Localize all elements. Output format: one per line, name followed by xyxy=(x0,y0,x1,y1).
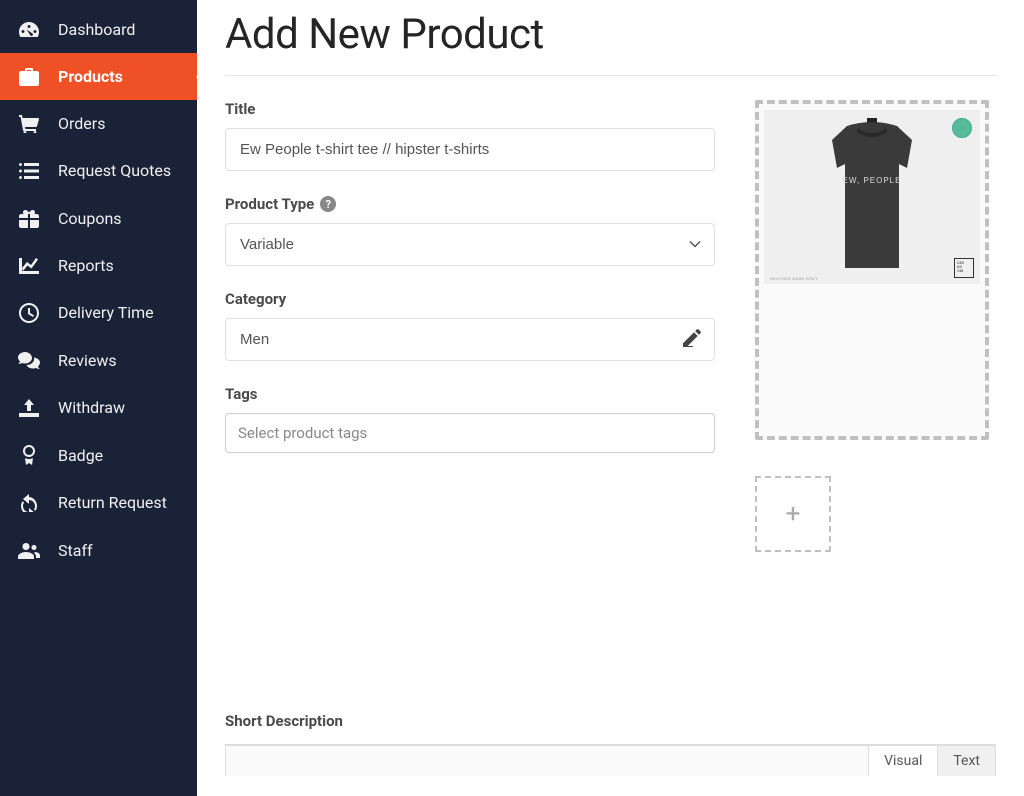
category-label: Category xyxy=(225,290,715,308)
tags-label: Tags xyxy=(225,385,715,403)
sidebar-item-label: Reports xyxy=(58,256,114,275)
plus-icon: + xyxy=(786,499,801,529)
title-input[interactable] xyxy=(225,128,715,171)
badge-icon xyxy=(18,445,40,465)
editor-tabs: Visual Text xyxy=(225,745,996,776)
sidebar-item-return-request[interactable]: Return Request xyxy=(0,479,197,527)
upload-icon xyxy=(18,399,40,417)
main-content: Add New Product Title Product Type ? xyxy=(197,0,1024,796)
list-icon xyxy=(18,163,40,179)
users-icon xyxy=(18,543,40,559)
sidebar-item-label: Orders xyxy=(58,114,105,133)
gift-icon xyxy=(18,210,40,228)
tags-input[interactable]: Select product tags xyxy=(225,413,715,453)
category-input[interactable] xyxy=(225,318,715,361)
sidebar: Dashboard Products Orders Request Quotes… xyxy=(0,0,197,796)
short-description-label: Short Description xyxy=(225,712,996,730)
title-label: Title xyxy=(225,100,715,118)
product-image-upload[interactable]: EW, PEOPLE HEATHER DARK GREY GEEKDOM xyxy=(755,100,989,440)
product-image-preview: EW, PEOPLE HEATHER DARK GREY GEEKDOM xyxy=(764,110,980,284)
sidebar-item-label: Dashboard xyxy=(58,20,135,39)
sidebar-item-withdraw[interactable]: Withdraw xyxy=(0,384,197,431)
product-type-label: Product Type ? xyxy=(225,195,715,213)
sidebar-item-delivery-time[interactable]: Delivery Time xyxy=(0,289,197,337)
sidebar-item-label: Coupons xyxy=(58,209,122,228)
help-icon[interactable]: ? xyxy=(320,196,336,212)
image-caption: HEATHER DARK GREY xyxy=(770,276,818,281)
svg-text:EW, PEOPLE: EW, PEOPLE xyxy=(843,176,902,185)
sidebar-item-dashboard[interactable]: Dashboard xyxy=(0,6,197,53)
sidebar-item-products[interactable]: Products xyxy=(0,53,197,100)
brand-badge-icon: GEEKDOM xyxy=(954,258,974,278)
vegan-badge-icon xyxy=(952,118,972,138)
sidebar-item-label: Withdraw xyxy=(58,398,125,417)
sidebar-item-label: Reviews xyxy=(58,351,117,370)
sidebar-item-label: Return Request xyxy=(58,491,167,515)
sidebar-item-orders[interactable]: Orders xyxy=(0,100,197,147)
sidebar-item-reviews[interactable]: Reviews xyxy=(0,337,197,384)
undo-icon xyxy=(18,494,40,512)
product-type-select[interactable] xyxy=(225,223,715,266)
sidebar-item-request-quotes[interactable]: Request Quotes xyxy=(0,147,197,195)
page-title: Add New Product xyxy=(225,0,996,76)
cart-icon xyxy=(18,115,40,133)
add-image-button[interactable]: + xyxy=(755,476,831,552)
sidebar-item-label: Staff xyxy=(58,541,93,560)
clock-icon xyxy=(18,303,40,323)
sidebar-item-label: Delivery Time xyxy=(58,301,154,325)
sidebar-item-label: Products xyxy=(58,67,123,86)
sidebar-item-label: Request Quotes xyxy=(58,159,171,183)
sidebar-item-label: Badge xyxy=(58,446,103,465)
comments-icon xyxy=(18,352,40,370)
sidebar-item-staff[interactable]: Staff xyxy=(0,527,197,574)
edit-icon[interactable] xyxy=(683,329,701,351)
sidebar-item-coupons[interactable]: Coupons xyxy=(0,195,197,242)
briefcase-icon xyxy=(18,68,40,86)
dashboard-icon xyxy=(18,22,40,38)
sidebar-item-badge[interactable]: Badge xyxy=(0,431,197,479)
chart-icon xyxy=(18,258,40,274)
tab-visual[interactable]: Visual xyxy=(868,746,937,776)
sidebar-item-reports[interactable]: Reports xyxy=(0,242,197,289)
tab-text[interactable]: Text xyxy=(937,746,995,776)
